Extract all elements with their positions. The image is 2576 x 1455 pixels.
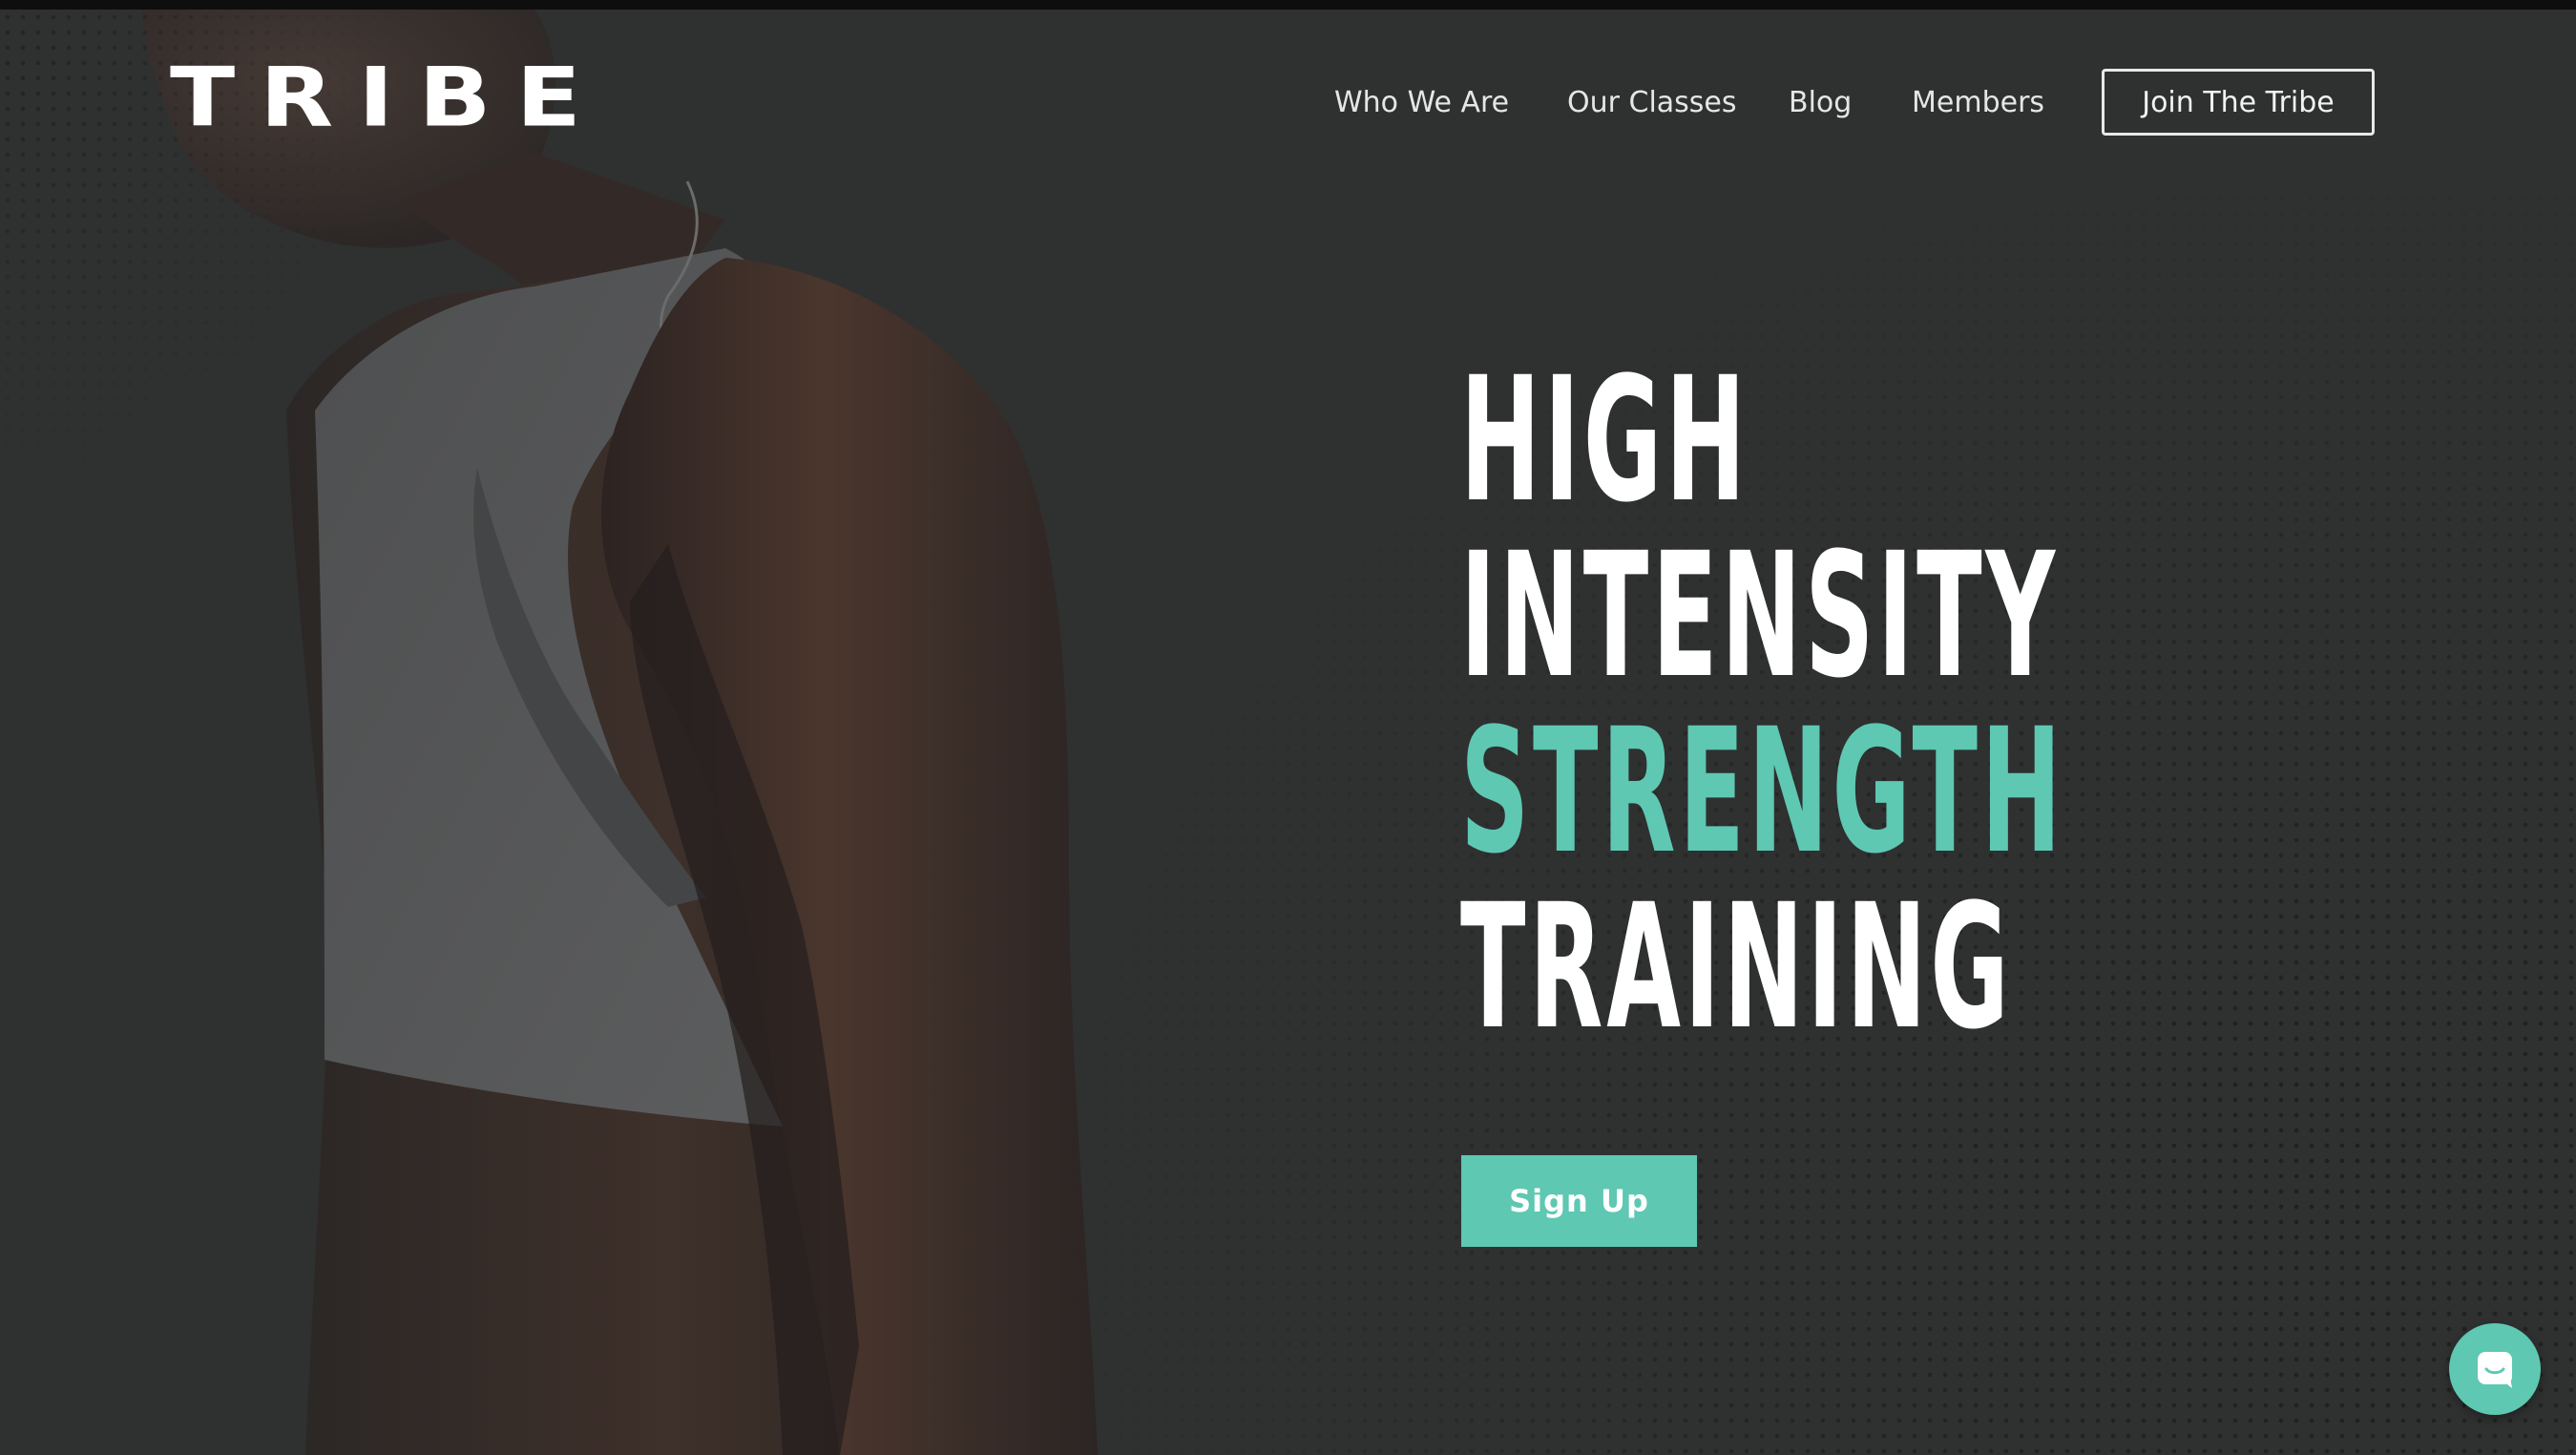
hero-line-strength: STRENGTH [1460,692,2065,892]
hero-headline: HIGH INTENSITY STRENGTH TRAINING [1460,353,2224,1056]
chat-launcher-button[interactable] [2449,1323,2541,1415]
hero-line-intensity: INTENSITY [1460,517,2059,716]
nav-link-blog[interactable]: Blog [1789,86,1852,119]
nav-link-our-classes[interactable]: Our Classes [1567,86,1737,119]
nav-link-members[interactable]: Members [1912,86,2044,119]
sign-up-button[interactable]: Sign Up [1461,1155,1697,1247]
main-nav: Who We Are Our Classes Blog Members Join… [0,69,2576,139]
page: TRIBE Who We Are Our Classes Blog Member… [0,0,2576,1455]
hero-line-training: TRAINING [1460,868,2013,1067]
hero-line-high: HIGH [1460,341,1749,540]
top-border [0,0,2576,10]
join-the-tribe-button[interactable]: Join The Tribe [2102,69,2375,136]
chat-icon [2478,1352,2512,1388]
nav-link-who-we-are[interactable]: Who We Are [1334,86,1509,119]
